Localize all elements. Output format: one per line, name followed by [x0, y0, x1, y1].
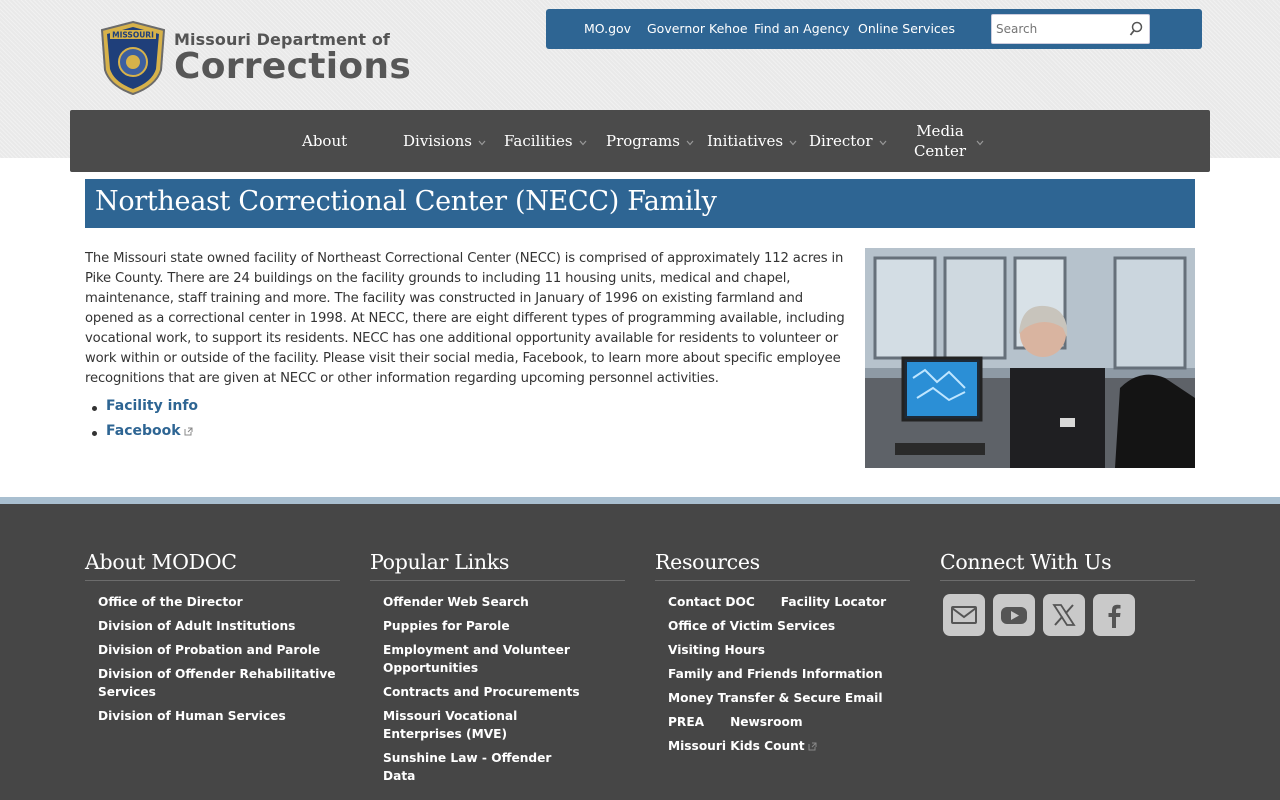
nav-item-about[interactable]: About	[302, 110, 347, 172]
chevron-down-icon	[478, 140, 486, 146]
footer-link[interactable]: Division of Offender Rehabilitative Serv…	[98, 665, 340, 701]
chevron-down-icon	[976, 140, 984, 146]
footer-heading: Popular Links	[370, 550, 625, 581]
nav-item-director[interactable]: Director	[809, 110, 887, 172]
footer-link[interactable]: Facility Locator	[781, 593, 886, 611]
footer-link[interactable]: Contact DOC	[668, 593, 755, 611]
nav-item-programs[interactable]: Programs	[606, 110, 694, 172]
email-icon[interactable]	[943, 594, 985, 636]
footer-link[interactable]: Office of Victim Services	[668, 617, 910, 635]
nav-label: Initiatives	[707, 132, 784, 150]
page-title: Northeast Correctional Center (NECC) Fam…	[95, 186, 717, 217]
main-nav: About Divisions Facilities Programs Init…	[70, 110, 1210, 172]
footer-connect: Connect With Us	[940, 550, 1195, 636]
footer-link[interactable]: PREA	[668, 713, 704, 731]
svg-text:MISSOURI: MISSOURI	[112, 31, 154, 40]
site-logo[interactable]: MISSOURI Missouri Department of Correcti…	[98, 20, 411, 96]
footer-link[interactable]: Division of Adult Institutions	[98, 617, 340, 635]
footer-link[interactable]: Division of Human Services	[98, 707, 340, 725]
intro-paragraph: The Missouri state owned facility of Nor…	[85, 251, 845, 386]
footer-link[interactable]: Money Transfer & Secure Email	[668, 689, 910, 707]
footer: About MODOC Office of the Director Divis…	[0, 504, 1280, 800]
content-links: Facility info Facebook	[91, 398, 198, 448]
search-icon[interactable]	[1129, 21, 1143, 37]
list-item: Facebook	[91, 423, 198, 448]
footer-divider	[0, 497, 1280, 504]
footer-link[interactable]: Contracts and Procurements	[383, 683, 585, 701]
logo-title-large: Corrections	[174, 45, 412, 87]
footer-link[interactable]: Family and Friends Information	[668, 665, 910, 683]
x-icon[interactable]	[1043, 594, 1085, 636]
util-link-governor[interactable]: Governor Kehoe	[647, 21, 748, 36]
footer-about: About MODOC Office of the Director Divis…	[85, 550, 340, 731]
footer-link[interactable]: Missouri Kids Count	[668, 739, 805, 753]
util-link-mo-gov[interactable]: MO.gov	[584, 21, 631, 36]
youtube-icon[interactable]	[993, 594, 1035, 636]
footer-link[interactable]: Missouri Vocational Enterprises (MVE)	[383, 707, 585, 743]
external-link-icon	[184, 427, 193, 436]
footer-link[interactable]: Visiting Hours	[668, 641, 910, 659]
chevron-down-icon	[789, 140, 797, 146]
footer-heading: Resources	[655, 550, 910, 581]
nav-label: Media Center	[913, 122, 967, 160]
nav-label: Director	[809, 132, 873, 150]
chevron-down-icon	[579, 140, 586, 146]
util-link-online-services[interactable]: Online Services	[858, 21, 955, 36]
chevron-down-icon	[686, 140, 694, 146]
footer-link[interactable]: Division of Probation and Parole	[98, 641, 340, 659]
social-links	[943, 594, 1195, 636]
footer-link[interactable]: Sunshine Law - Offender Data	[383, 749, 585, 785]
list-item: Facility info	[91, 398, 198, 423]
page-title-bar: Northeast Correctional Center (NECC) Fam…	[85, 179, 1195, 228]
footer-resources: Resources Contact DOC Facility Locator O…	[655, 550, 910, 761]
nav-item-media-center[interactable]: Media Center	[910, 110, 984, 172]
chevron-down-icon	[879, 140, 886, 146]
utility-bar: MO.gov Governor Kehoe Find an Agency Onl…	[546, 9, 1202, 49]
footer-link[interactable]: Employment and Volunteer Opportunities	[383, 641, 585, 677]
nav-item-divisions[interactable]: Divisions	[403, 110, 486, 172]
seal-icon: MISSOURI	[100, 20, 166, 96]
list-item: PREA Newsroom	[668, 713, 910, 731]
footer-heading: Connect With Us	[940, 550, 1195, 581]
footer-link[interactable]: Offender Web Search	[383, 593, 585, 611]
footer-heading: About MODOC	[85, 550, 340, 581]
footer-link[interactable]: Newsroom	[730, 713, 802, 731]
search-input[interactable]	[992, 15, 1122, 43]
list-item: Missouri Kids Count	[668, 737, 910, 755]
facebook-icon[interactable]	[1093, 594, 1135, 636]
search-box	[991, 14, 1150, 44]
facility-info-link[interactable]: Facility info	[106, 398, 198, 414]
nav-label: Programs	[606, 132, 680, 150]
external-link-icon	[808, 742, 817, 751]
footer-link[interactable]: Puppies for Parole	[383, 617, 585, 635]
nav-label: About	[302, 132, 348, 150]
nav-item-initiatives[interactable]: Initiatives	[707, 110, 797, 172]
nav-label: Divisions	[403, 132, 472, 150]
nav-label: Facilities	[504, 132, 573, 150]
footer-link[interactable]: Office of the Director	[98, 593, 340, 611]
list-item: Contact DOC Facility Locator	[668, 593, 910, 611]
facility-photo	[865, 248, 1195, 468]
nav-item-facilities[interactable]: Facilities	[504, 110, 587, 172]
facebook-link[interactable]: Facebook	[106, 423, 181, 439]
util-link-find-agency[interactable]: Find an Agency	[754, 21, 850, 36]
footer-popular-links: Popular Links Offender Web Search Puppie…	[370, 550, 625, 791]
